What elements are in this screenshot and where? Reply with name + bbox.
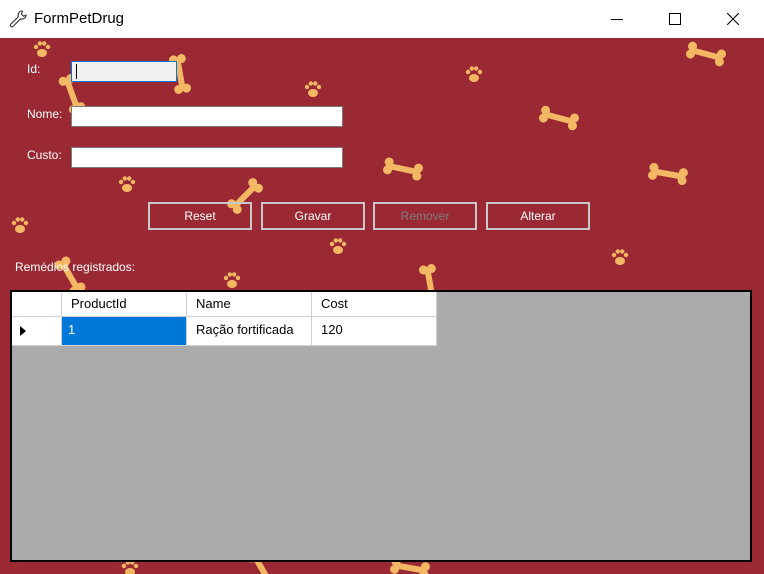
remover-button[interactable]: Remover [373, 202, 477, 230]
custo-label: Custo: [27, 148, 62, 162]
cell-cost[interactable]: 120 [312, 317, 437, 346]
row-header[interactable] [12, 317, 62, 346]
custo-field[interactable] [71, 147, 343, 168]
cell-name[interactable]: Ração fortificada [187, 317, 312, 346]
reset-button[interactable]: Reset [148, 202, 252, 230]
column-header-name[interactable]: Name [187, 292, 312, 317]
text-caret [76, 64, 77, 79]
grid-corner-header[interactable] [12, 292, 62, 317]
window-title: FormPetDrug [34, 10, 125, 27]
grid-header-row: ProductId Name Cost [12, 292, 437, 317]
id-label: Id: [27, 62, 41, 76]
minimize-button[interactable] [588, 0, 646, 38]
list-label: Remédios registrados: [15, 260, 136, 274]
nome-field[interactable] [71, 106, 343, 127]
close-button[interactable] [704, 0, 762, 38]
column-header-productid[interactable]: ProductId [62, 292, 187, 317]
maximize-button[interactable] [646, 0, 704, 38]
cell-productid[interactable]: 1 [62, 317, 187, 346]
table-row[interactable]: 1 Ração fortificada 120 [12, 317, 437, 346]
close-icon [727, 13, 739, 25]
current-row-arrow-icon [20, 326, 26, 336]
minimize-icon [611, 19, 623, 20]
alterar-button[interactable]: Alterar [486, 202, 590, 230]
gravar-button[interactable]: Gravar [261, 202, 365, 230]
maximize-icon [669, 13, 681, 25]
nome-label: Nome: [27, 107, 63, 121]
column-header-cost[interactable]: Cost [312, 292, 437, 317]
form-client-area: Id: Nome: Custo: Reset Gravar Remover Al… [0, 38, 764, 574]
id-field[interactable] [71, 61, 177, 82]
data-grid[interactable]: ProductId Name Cost 1 Ração fortificada … [10, 290, 752, 562]
title-bar: FormPetDrug [0, 0, 764, 38]
wrench-icon [9, 10, 27, 28]
